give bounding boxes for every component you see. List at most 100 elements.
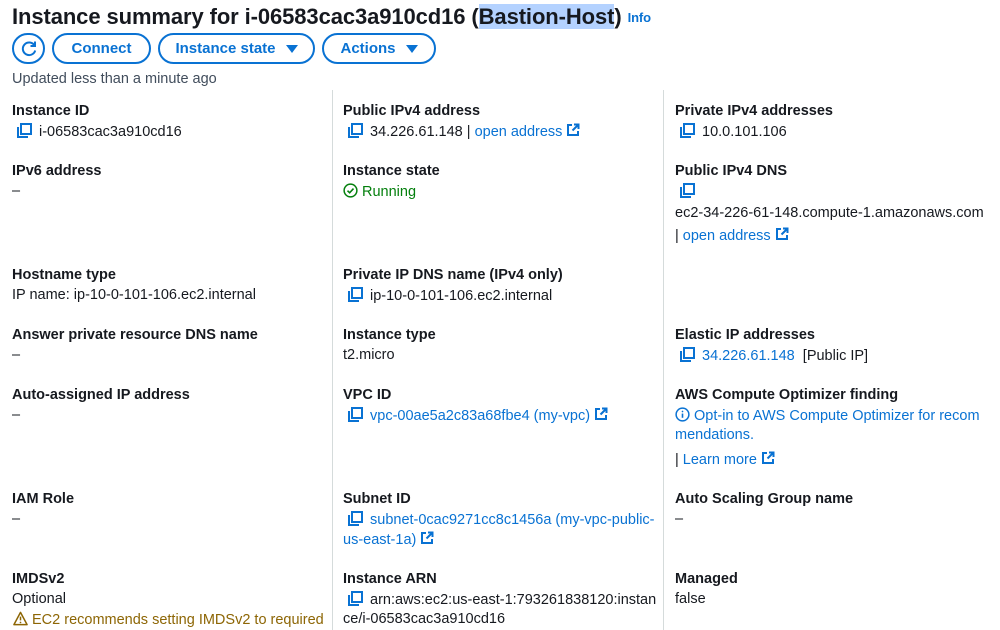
instance-arn-row: arn:aws:ec2:us-east-1:793261838120:insta… — [347, 591, 656, 608]
iam-role-label: IAM Role — [12, 491, 75, 507]
refresh-button[interactable] — [12, 33, 45, 64]
info-link[interactable]: Info — [628, 10, 652, 25]
external-link-icon[interactable] — [594, 407, 608, 421]
title-prefix: Instance summary for i-06583cac3a910cd16 — [12, 4, 472, 29]
actions-dropdown[interactable]: Actions — [322, 33, 436, 64]
asg-name-value: – — [675, 511, 684, 527]
hostname-type-label: Hostname type — [12, 267, 116, 283]
copy-icon[interactable] — [347, 407, 364, 422]
copy-icon[interactable] — [347, 287, 364, 302]
instance-name-highlight: Bastion-Host — [478, 4, 615, 29]
connect-label: Connect — [71, 40, 132, 57]
public-dns-open-row: | open address — [675, 227, 789, 244]
compute-optimizer-link[interactable]: Opt-in to AWS Compute Optimizer for reco… — [694, 408, 980, 424]
warning-icon — [13, 611, 28, 626]
public-dns-value: ec2-34-226-61-148.compute-1.amazonaws.co… — [675, 205, 984, 221]
private-dns-value: ip-10-0-101-106.ec2.internal — [370, 288, 553, 304]
public-dns-label: Public IPv4 DNS — [675, 163, 788, 179]
title-paren: ( — [471, 4, 479, 29]
subnet-id-link[interactable]: subnet-0cac9271cc8c1456a (my-vpc-public- — [370, 512, 655, 528]
caret-down-icon — [405, 45, 418, 53]
external-link-icon[interactable] — [775, 227, 789, 241]
private-dns-row: ip-10-0-101-106.ec2.internal — [347, 287, 552, 304]
subnet-id-label: Subnet ID — [343, 491, 411, 507]
instance-state-value: Running — [362, 184, 417, 200]
subnet-id-row-2: us-east-1a) — [343, 531, 434, 548]
compute-optimizer-link-continued[interactable]: mendations. — [675, 427, 754, 443]
instance-state-status: Running — [343, 183, 416, 200]
compute-optimizer-row: Opt-in to AWS Compute Optimizer for reco… — [675, 407, 980, 424]
answer-dns-value: – — [12, 347, 21, 363]
instance-arn-value-continued: ce/i-06583cac3a910cd16 — [343, 611, 506, 627]
copy-icon[interactable] — [16, 123, 33, 138]
public-ip-value: 34.226.61.148 — [370, 124, 463, 140]
imdsv2-label: IMDSv2 — [12, 571, 65, 587]
instance-type-label: Instance type — [343, 327, 436, 343]
copy-icon[interactable] — [679, 183, 696, 198]
refresh-icon — [21, 41, 36, 56]
private-ip-value: 10.0.101.106 — [702, 124, 787, 140]
public-dns-copy — [679, 183, 702, 200]
copy-icon[interactable] — [347, 123, 364, 138]
instance-id-label: Instance ID — [12, 103, 90, 119]
separator: | — [462, 124, 475, 140]
public-ip-label: Public IPv4 address — [343, 103, 481, 119]
auto-ip-value: – — [12, 407, 21, 423]
info-circle-icon — [675, 407, 690, 422]
vpc-id-label: VPC ID — [343, 387, 392, 403]
vpc-id-row: vpc-00ae5a2c83a68fbe4 (my-vpc) — [347, 407, 608, 424]
instance-type-value: t2.micro — [343, 347, 395, 363]
asg-name-label: Auto Scaling Group name — [675, 491, 854, 507]
ipv6-label: IPv6 address — [12, 163, 102, 179]
external-link-icon[interactable] — [566, 123, 580, 137]
elastic-ip-note: [Public IP] — [802, 348, 869, 364]
managed-value: false — [675, 591, 706, 607]
open-address-link[interactable]: open address — [475, 124, 563, 140]
elastic-ip-link[interactable]: 34.226.61.148 — [702, 348, 795, 364]
connect-button[interactable]: Connect — [52, 33, 151, 64]
copy-icon[interactable] — [679, 123, 696, 138]
imdsv2-warning: EC2 recommends setting IMDSv2 to require… — [13, 611, 324, 628]
imdsv2-warning-text: EC2 recommends setting IMDSv2 to require… — [32, 612, 324, 628]
managed-label: Managed — [675, 571, 738, 587]
title-suffix: ) — [614, 4, 622, 29]
subnet-id-row: subnet-0cac9271cc8c1456a (my-vpc-public- — [347, 511, 655, 528]
elastic-ip-label: Elastic IP addresses — [675, 327, 815, 343]
column-divider — [663, 90, 664, 630]
open-address-link[interactable]: open address — [683, 228, 771, 244]
instance-state-dropdown[interactable]: Instance state — [158, 33, 315, 64]
instance-arn-value: arn:aws:ec2:us-east-1:793261838120:insta… — [370, 592, 657, 608]
copy-icon[interactable] — [679, 347, 696, 362]
instance-state-label: Instance state — [343, 163, 440, 179]
private-dns-label: Private IP DNS name (IPv4 only) — [343, 267, 563, 283]
iam-role-value: – — [12, 511, 21, 527]
instance-id-row: i-06583cac3a910cd16 — [16, 123, 182, 140]
learn-more-link[interactable]: Learn more — [683, 452, 757, 468]
external-link-icon[interactable] — [420, 531, 434, 545]
external-link-icon[interactable] — [761, 451, 775, 465]
compute-optimizer-label: AWS Compute Optimizer finding — [675, 387, 899, 403]
instance-arn-label: Instance ARN — [343, 571, 437, 587]
check-circle-icon — [343, 183, 358, 198]
auto-ip-label: Auto-assigned IP address — [12, 387, 190, 403]
learn-more-row: | Learn more — [675, 451, 775, 468]
separator: | — [675, 452, 683, 468]
private-ip-row: 10.0.101.106 — [679, 123, 787, 140]
copy-icon[interactable] — [347, 591, 364, 606]
hostname-type-value: IP name: ip-10-0-101-106.ec2.internal — [12, 287, 256, 303]
instance-id-value: i-06583cac3a910cd16 — [39, 124, 182, 140]
column-divider — [332, 90, 333, 630]
caret-down-icon — [285, 45, 298, 53]
updated-text: Updated less than a minute ago — [12, 71, 217, 87]
actions-label: Actions — [340, 40, 396, 57]
elastic-ip-row: 34.226.61.148 [Public IP] — [679, 347, 868, 364]
imdsv2-value: Optional — [12, 591, 67, 607]
answer-dns-label: Answer private resource DNS name — [12, 327, 258, 343]
copy-icon[interactable] — [347, 511, 364, 526]
vpc-id-link[interactable]: vpc-00ae5a2c83a68fbe4 (my-vpc) — [370, 408, 590, 424]
separator: | — [675, 228, 683, 244]
instance-state-label: Instance state — [175, 40, 276, 57]
page-title: Instance summary for i-06583cac3a910cd16… — [12, 4, 651, 30]
ipv6-value: – — [12, 183, 21, 199]
subnet-id-link-continued[interactable]: us-east-1a) — [343, 532, 416, 548]
